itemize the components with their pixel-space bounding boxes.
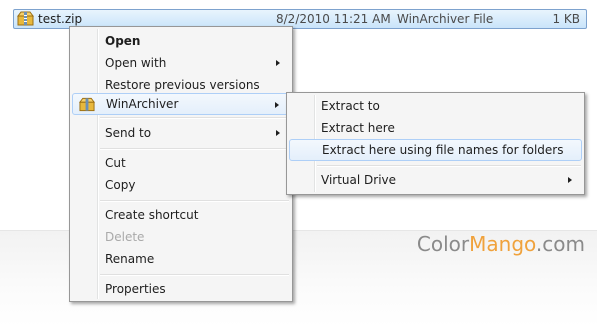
menu-item-label: WinArchiver [106, 97, 179, 111]
menu-item-label: Delete [105, 230, 145, 244]
submenu-arrow-icon [275, 102, 279, 108]
watermark-part-3: .com [535, 232, 585, 256]
file-type: WinArchiver File [397, 12, 494, 26]
menu-item-cut[interactable]: Cut [72, 152, 290, 174]
menu-item-open-with[interactable]: Open with [72, 52, 290, 74]
file-name: test.zip [38, 12, 83, 26]
menu-item-label: Extract here using file names for folder… [322, 143, 564, 157]
menu-item-open[interactable]: Open [72, 30, 290, 52]
submenu-item-extract-to[interactable]: Extract to [289, 95, 582, 117]
menu-separator [100, 117, 289, 119]
menu-item-label: Virtual Drive [321, 173, 397, 187]
menu-item-label: Restore previous versions [105, 78, 260, 92]
submenu-arrow-icon [568, 177, 572, 183]
menu-item-create-shortcut[interactable]: Create shortcut [72, 204, 290, 226]
menu-item-label: Properties [105, 282, 166, 296]
watermark-part-1: Color [416, 232, 470, 256]
menu-item-label: Open [105, 34, 141, 48]
submenu-item-virtual-drive[interactable]: Virtual Drive [289, 169, 582, 191]
menu-item-label: Send to [105, 126, 152, 140]
menu-separator [317, 165, 581, 167]
menu-separator [100, 148, 289, 150]
zip-archive-icon [17, 11, 34, 26]
watermark-part-2: Mango [469, 232, 536, 256]
submenu-arrow-icon [276, 130, 280, 136]
file-date-modified: 8/2/2010 11:21 AM [276, 12, 391, 26]
menu-item-label: Cut [105, 156, 126, 170]
menu-item-delete: Delete [72, 226, 290, 248]
menu-item-label: Rename [105, 252, 155, 266]
menu-item-label: Extract to [321, 99, 380, 113]
menu-item-label: Create shortcut [105, 208, 199, 222]
menu-item-label: Copy [105, 178, 136, 192]
menu-item-send-to[interactable]: Send to [72, 122, 290, 144]
menu-item-winarchiver[interactable]: WinArchiver [72, 93, 290, 115]
menu-item-properties[interactable]: Properties [72, 278, 290, 300]
menu-item-copy[interactable]: Copy [72, 174, 290, 196]
submenu-item-extract-here-using-folders[interactable]: Extract here using file names for folder… [289, 139, 582, 161]
menu-item-label: Open with [105, 56, 167, 70]
file-size: 1 KB [552, 12, 580, 26]
menu-separator [100, 200, 289, 202]
submenu-arrow-icon [276, 60, 280, 66]
menu-item-label: Extract here [321, 121, 395, 135]
winarchiver-submenu: Extract to Extract here Extract here usi… [286, 92, 585, 195]
menu-item-rename[interactable]: Rename [72, 248, 290, 270]
winarchiver-icon [79, 97, 95, 112]
context-menu: Open Open with Restore previous versions… [69, 26, 293, 302]
colormango-watermark: ColorMango.com [417, 232, 585, 256]
menu-separator [100, 274, 289, 276]
submenu-item-extract-here[interactable]: Extract here [289, 117, 582, 139]
